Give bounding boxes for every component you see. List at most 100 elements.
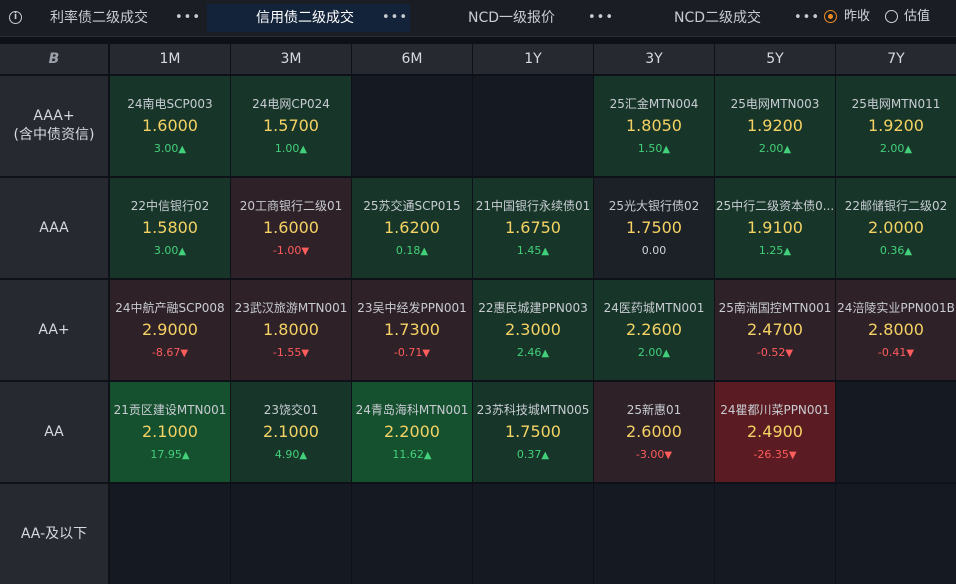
bond-cell[interactable]: 24涪陵实业PPN001B 2.8000 -0.41▼ [836, 280, 956, 380]
bond-yield: 2.1000 [263, 422, 319, 441]
bond-yield: 1.6000 [263, 218, 319, 237]
empty-cell [110, 484, 230, 584]
radio-prev-close[interactable] [824, 10, 837, 23]
bond-cell[interactable]: 20工商银行二级01 1.6000 -1.00▼ [231, 178, 351, 278]
tab-ncd-primary[interactable]: NCD一级报价 ••• [460, 4, 613, 32]
term-header-1y[interactable]: 1Y [473, 44, 593, 74]
arrow-up-icon: ▲ [299, 144, 308, 155]
more-icon[interactable]: ••• [175, 4, 201, 32]
term-header-1m[interactable]: 1M [110, 44, 230, 74]
bond-cell[interactable]: 24南电SCP003 1.6000 3.00▲ [110, 76, 230, 176]
tab-rates-secondary[interactable]: 利率债二级成交 ••• [36, 4, 206, 32]
more-icon[interactable]: ••• [382, 4, 408, 32]
radio-valuation-label[interactable]: 估值 [904, 9, 930, 25]
empty-cell [231, 484, 351, 584]
yield-change: 11.62▲ [352, 448, 472, 461]
arrow-down-icon: ▼ [906, 348, 915, 359]
bond-yield: 1.5700 [263, 116, 319, 135]
bond-name: 25光大银行债02 [608, 199, 700, 213]
arrow-down-icon: ▼ [664, 450, 673, 461]
term-header-3m[interactable]: 3M [231, 44, 351, 74]
logo-cell: B [0, 44, 108, 74]
yield-change: 1.50▲ [594, 142, 714, 155]
arrow-up-icon: ▲ [783, 246, 792, 257]
bond-name: 24青岛海科MTN001 [355, 403, 469, 417]
rating-row-header: AA+ [0, 280, 108, 380]
bond-cell[interactable]: 25南湍国控MTN001 2.4700 -0.52▼ [715, 280, 835, 380]
bond-yield: 1.5800 [142, 218, 198, 237]
top-tab-bar: i 利率债二级成交 ••• 信用债二级成交 ••• NCD一级报价 ••• NC… [0, 0, 956, 37]
bond-cell[interactable]: 25中行二级资本债0... 1.9100 1.25▲ [715, 178, 835, 278]
empty-cell [352, 484, 472, 584]
bond-cell[interactable]: 25汇金MTN004 1.8050 1.50▲ [594, 76, 714, 176]
info-icon[interactable]: i [9, 11, 22, 24]
yield-change-value: 1.50 [637, 142, 663, 155]
term-header-7y[interactable]: 7Y [836, 44, 956, 74]
yield-change: -26.35▼ [715, 448, 835, 461]
bond-name: 24南电SCP003 [127, 97, 213, 111]
yield-change: 3.00▲ [110, 142, 230, 155]
bond-cell[interactable]: 24瞿都川菜PPN001 2.4900 -26.35▼ [715, 382, 835, 482]
bond-yield: 1.9200 [747, 116, 803, 135]
yield-change-value: 4.90 [274, 448, 300, 461]
yield-change-value: 2.00 [637, 346, 663, 359]
yield-change-value: -0.71 [393, 346, 423, 359]
bond-name: 25新惠01 [626, 403, 682, 417]
bond-cell[interactable]: 24青岛海科MTN001 2.2000 11.62▲ [352, 382, 472, 482]
yield-change: 3.00▲ [110, 244, 230, 257]
bond-name: 24医药城MTN001 [603, 301, 705, 315]
arrow-up-icon: ▲ [541, 246, 550, 257]
yield-change-value: -3.00 [635, 448, 665, 461]
bond-yield: 1.6000 [142, 116, 198, 135]
yield-change-value: 2.46 [516, 346, 542, 359]
arrow-down-icon: ▼ [422, 348, 431, 359]
bond-cell[interactable]: 25苏交通SCP015 1.6200 0.18▲ [352, 178, 472, 278]
yield-change: 2.00▲ [594, 346, 714, 359]
bond-cell[interactable]: 21贡区建设MTN001 2.1000 17.95▲ [110, 382, 230, 482]
bond-cell[interactable]: 23饶交01 2.1000 4.90▲ [231, 382, 351, 482]
bond-cell[interactable]: 25光大银行债02 1.7500 0.00 [594, 178, 714, 278]
more-icon[interactable]: ••• [794, 4, 820, 32]
more-icon[interactable]: ••• [588, 4, 614, 32]
tab-credit-secondary[interactable]: 信用债二级成交 ••• [207, 4, 410, 32]
bond-cell[interactable]: 25新惠01 2.6000 -3.00▼ [594, 382, 714, 482]
bond-cell[interactable]: 24中航产融SCP008 2.9000 -8.67▼ [110, 280, 230, 380]
term-header-5y[interactable]: 5Y [715, 44, 835, 74]
arrow-down-icon: ▼ [788, 450, 797, 461]
bond-cell[interactable]: 25电网MTN011 1.9200 2.00▲ [836, 76, 956, 176]
radio-prev-close-label[interactable]: 昨收 [844, 9, 870, 25]
yield-change: -0.41▼ [836, 346, 956, 359]
term-header-3y[interactable]: 3Y [594, 44, 714, 74]
bond-cell[interactable]: 22中信银行02 1.5800 3.00▲ [110, 178, 230, 278]
bond-cell[interactable]: 21中国银行永续债01 1.6750 1.45▲ [473, 178, 593, 278]
empty-cell [594, 484, 714, 584]
bond-cell[interactable]: 24医药城MTN001 2.2600 2.00▲ [594, 280, 714, 380]
bond-name: 21中国银行永续债01 [475, 199, 591, 213]
arrow-down-icon: ▼ [301, 348, 310, 359]
bond-cell[interactable]: 23苏科技城MTN005 1.7500 0.37▲ [473, 382, 593, 482]
bond-cell[interactable]: 24电网CP024 1.5700 1.00▲ [231, 76, 351, 176]
yield-change-value: 0.36 [879, 244, 905, 257]
bond-yield: 2.4700 [747, 320, 803, 339]
yield-change: 0.18▲ [352, 244, 472, 257]
tab-ncd-secondary[interactable]: NCD二级成交 ••• [668, 4, 819, 32]
yield-change-value: 17.95 [150, 448, 182, 461]
bond-cell[interactable]: 25电网MTN003 1.9200 2.00▲ [715, 76, 835, 176]
arrow-up-icon: ▲ [541, 450, 550, 461]
bond-name: 23吴中经发PPN001 [357, 301, 467, 315]
yield-change: -1.00▼ [231, 244, 351, 257]
bond-name: 25南湍国控MTN001 [718, 301, 832, 315]
bond-cell[interactable]: 22邮储银行二级02 2.0000 0.36▲ [836, 178, 956, 278]
tab-label: 信用债二级成交 [256, 10, 354, 26]
bond-cell[interactable]: 22惠民城建PPN003 2.3000 2.46▲ [473, 280, 593, 380]
bond-cell[interactable]: 23武汉旅游MTN001 1.8000 -1.55▼ [231, 280, 351, 380]
bond-cell[interactable]: 23吴中经发PPN001 1.7300 -0.71▼ [352, 280, 472, 380]
bond-name: 20工商银行二级01 [239, 199, 343, 213]
tab-label: NCD二级成交 [674, 10, 762, 26]
radio-valuation[interactable] [885, 10, 898, 23]
term-header-6m[interactable]: 6M [352, 44, 472, 74]
bond-yield: 1.6200 [384, 218, 440, 237]
rating-row-header: AA [0, 382, 108, 482]
yield-change: -0.52▼ [715, 346, 835, 359]
rating-row-header: AA-及以下 [0, 484, 108, 584]
